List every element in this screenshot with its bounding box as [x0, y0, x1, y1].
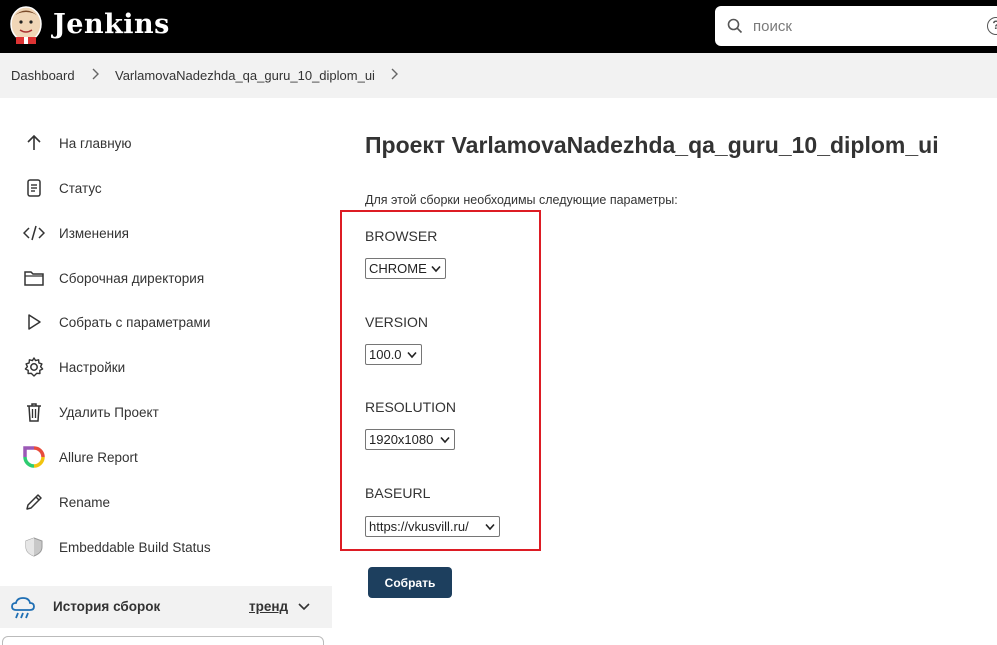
- chevron-down-icon: [407, 351, 417, 359]
- build-history-header: История сборок тренд: [0, 586, 332, 628]
- trash-icon: [22, 400, 46, 424]
- chevron-right-icon[interactable]: [389, 67, 399, 81]
- breadcrumb-dashboard[interactable]: Dashboard: [11, 68, 75, 83]
- param-label-baseurl: BASEURL: [365, 485, 431, 501]
- resolution-select-value: 1920x1080: [369, 432, 434, 447]
- sidebar-item-label: Удалить Проект: [59, 404, 159, 420]
- chevron-down-icon: [440, 436, 450, 444]
- document-icon: [22, 176, 46, 200]
- chevron-down-icon[interactable]: [297, 600, 311, 614]
- play-icon: [22, 310, 46, 334]
- allure-icon: [22, 445, 46, 469]
- build-history-title: История сборок: [53, 599, 161, 614]
- sidebar-item-changes[interactable]: Изменения: [22, 219, 129, 247]
- top-header: Jenkins ?: [0, 0, 997, 53]
- sidebar-item-rename[interactable]: Rename: [22, 488, 110, 516]
- pencil-icon: [22, 490, 46, 514]
- page-title: Проект VarlamovaNadezhda_qa_guru_10_dipl…: [365, 132, 939, 158]
- build-button[interactable]: Собрать: [368, 567, 452, 598]
- search-icon: [727, 18, 743, 34]
- search-box: ?: [715, 6, 997, 46]
- sidebar-item-allure-report[interactable]: Allure Report: [22, 443, 138, 471]
- baseurl-select-value: https://vkusvill.ru/: [369, 519, 469, 534]
- shield-icon: [22, 535, 46, 559]
- sidebar-item-label: Собрать с параметрами: [59, 314, 211, 330]
- sidebar-item-home[interactable]: На главную: [22, 129, 132, 157]
- chevron-right-icon: [92, 68, 99, 80]
- jenkins-butler-icon: [10, 6, 42, 44]
- chevron-down-icon: [485, 523, 495, 531]
- browser-select[interactable]: CHROME: [365, 258, 446, 279]
- breadcrumb-project[interactable]: VarlamovaNadezhda_qa_guru_10_diplom_ui: [115, 68, 375, 83]
- sidebar-item-label: Статус: [59, 180, 102, 196]
- sidebar-item-label: Изменения: [59, 225, 129, 241]
- sidebar-item-build-with-params[interactable]: Собрать с параметрами: [22, 308, 210, 336]
- build-history-filter-box[interactable]: [2, 636, 324, 645]
- sidebar-item-label: Allure Report: [59, 449, 138, 465]
- weather-rain-icon: [11, 597, 35, 619]
- help-icon[interactable]: ?: [987, 17, 997, 35]
- param-label-browser: BROWSER: [365, 228, 438, 244]
- sidebar-item-label: Embeddable Build Status: [59, 539, 211, 555]
- sidebar-item-label: Настройки: [59, 359, 126, 375]
- param-label-version: VERSION: [365, 314, 429, 330]
- code-icon: [22, 221, 46, 245]
- breadcrumb: Dashboard VarlamovaNadezhda_qa_guru_10_d…: [0, 53, 997, 98]
- sidebar-item-settings[interactable]: Настройки: [22, 353, 125, 381]
- sidebar-item-embeddable-build-status[interactable]: Embeddable Build Status: [22, 533, 211, 561]
- version-select-value: 100.0: [369, 347, 402, 362]
- folder-icon: [22, 266, 46, 290]
- chevron-down-icon: [431, 265, 441, 273]
- search-input[interactable]: [753, 14, 953, 38]
- sidebar-item-status[interactable]: Статус: [22, 174, 102, 202]
- trend-link[interactable]: тренд: [249, 599, 288, 614]
- arrow-up-icon: [22, 131, 46, 155]
- version-select[interactable]: 100.0: [365, 344, 422, 365]
- resolution-select[interactable]: 1920x1080: [365, 429, 455, 450]
- sidebar-item-label: Сборочная директория: [59, 270, 205, 286]
- sidebar-item-label: Rename: [59, 494, 111, 510]
- gear-icon: [22, 355, 46, 379]
- param-label-resolution: RESOLUTION: [365, 399, 457, 415]
- jenkins-logo-link[interactable]: Jenkins: [8, 4, 170, 44]
- parameters-description: Для этой сборки необходимы следующие пар…: [365, 193, 678, 207]
- browser-select-value: CHROME: [369, 261, 427, 276]
- sidebar-item-workspace[interactable]: Сборочная директория: [22, 264, 204, 292]
- sidebar-item-delete-project[interactable]: Удалить Проект: [22, 398, 159, 426]
- baseurl-select[interactable]: https://vkusvill.ru/: [365, 516, 500, 537]
- sidebar-item-label: На главную: [59, 135, 132, 151]
- app-title: Jenkins: [53, 8, 170, 40]
